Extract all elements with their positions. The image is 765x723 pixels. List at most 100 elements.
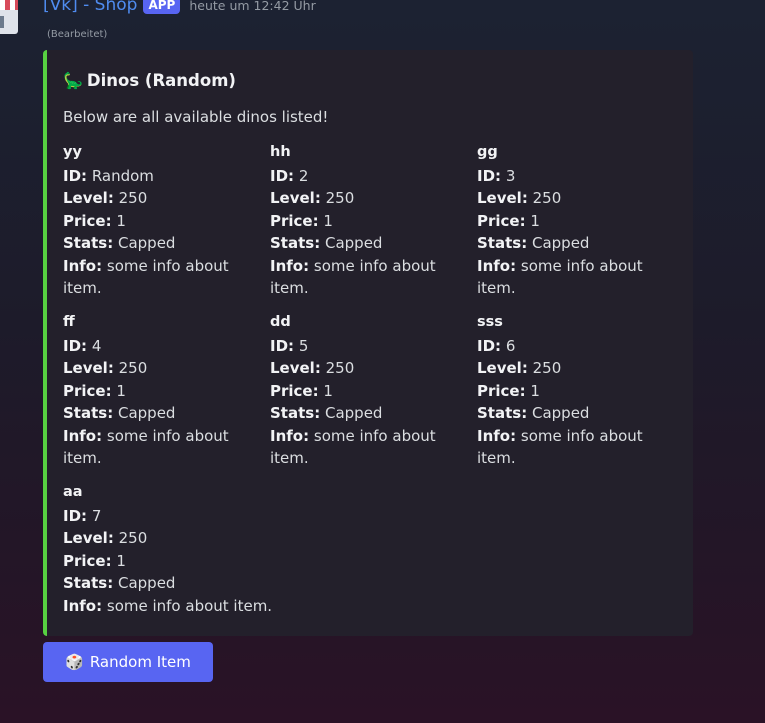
field-label-level: Level: xyxy=(63,359,114,377)
field-line-stats: Stats: Capped xyxy=(477,402,667,425)
embed: 🦕 Dinos (Random) Below are all available… xyxy=(43,50,693,636)
dice-icon: 🎲 xyxy=(65,653,84,671)
field-label-info: Info: xyxy=(270,426,310,445)
field-label-info: Info: xyxy=(477,256,517,275)
field-value-id: 7 xyxy=(91,506,102,525)
field-value-stats: Capped xyxy=(531,234,590,252)
field-value-level: 250 xyxy=(532,359,562,377)
embed-field-name: hh xyxy=(270,144,291,160)
field-value-id: 3 xyxy=(505,166,516,185)
field-line-id: ID: 5 xyxy=(270,335,460,358)
field-label-level: Level: xyxy=(270,359,321,377)
field-value-id: 5 xyxy=(298,336,309,355)
field-label-info: Info: xyxy=(63,596,103,615)
field-value-price: 1 xyxy=(323,381,333,400)
field-line-level: Level: 250 xyxy=(270,187,460,210)
field-label-price: Price: xyxy=(63,381,112,400)
field-label-info: Info: xyxy=(477,426,517,445)
field-label-price: Price: xyxy=(270,381,319,400)
embed-field: aa ID: 7 Level: 250 Price: 1 Stats: Capped In… xyxy=(63,481,323,617)
field-label-stats: Stats: xyxy=(63,404,114,422)
field-line-info: Info: some info about item. xyxy=(477,425,667,470)
field-value-stats: Capped xyxy=(324,404,383,422)
field-label-level: Level: xyxy=(63,529,114,547)
embed-field-name: aa xyxy=(63,484,83,500)
embed-field: dd ID: 5 Level: 250 Price: 1 Stats: Capped In… xyxy=(270,311,460,470)
field-line-price: Price: 1 xyxy=(63,210,253,233)
embed-field-name: yy xyxy=(63,144,82,160)
embed-field-name: sss xyxy=(477,314,503,330)
field-label-info: Info: xyxy=(63,256,103,275)
random-item-button-label: Random Item xyxy=(89,653,191,671)
field-value-level: 250 xyxy=(325,359,355,377)
field-value-stats: Capped xyxy=(531,404,590,422)
field-label-stats: Stats: xyxy=(63,234,114,252)
field-label-price: Price: xyxy=(477,211,526,230)
field-line-stats: Stats: Capped xyxy=(270,402,460,425)
field-label-level: Level: xyxy=(270,189,321,207)
field-value-stats: Capped xyxy=(117,234,176,252)
field-line-id: ID: Random xyxy=(63,165,253,188)
field-label-stats: Stats: xyxy=(63,574,114,592)
embed-field: gg ID: 3 Level: 250 Price: 1 Stats: Capped In… xyxy=(477,141,667,300)
author-name[interactable]: [Vk] - Shop xyxy=(43,0,137,15)
field-line-level: Level: 250 xyxy=(63,357,253,380)
field-line-price: Price: 1 xyxy=(477,380,667,403)
field-line-price: Price: 1 xyxy=(270,380,460,403)
field-label-id: ID: xyxy=(63,166,88,185)
field-line-id: ID: 3 xyxy=(477,165,667,188)
field-line-id: ID: 4 xyxy=(63,335,253,358)
field-line-info: Info: some info about item. xyxy=(63,255,253,300)
field-line-id: ID: 6 xyxy=(477,335,667,358)
field-line-level: Level: 250 xyxy=(477,187,667,210)
field-label-id: ID: xyxy=(477,336,502,355)
field-value-level: 250 xyxy=(118,359,148,377)
embed-field: sss ID: 6 Level: 250 Price: 1 Stats: Capped I… xyxy=(477,311,667,470)
field-label-info: Info: xyxy=(63,426,103,445)
embed-title: 🦕 Dinos (Random) xyxy=(63,71,236,90)
field-line-info: Info: some info about item. xyxy=(270,425,460,470)
random-item-button[interactable]: 🎲 Random Item xyxy=(43,642,213,682)
bot-avatar[interactable] xyxy=(0,0,22,36)
field-value-id: 2 xyxy=(298,166,309,185)
field-value-id: Random xyxy=(91,166,154,185)
field-line-info: Info: some info about item. xyxy=(270,255,460,300)
field-line-level: Level: 250 xyxy=(63,187,253,210)
field-value-info: some info about item. xyxy=(106,596,273,615)
field-value-stats: Capped xyxy=(324,234,383,252)
field-label-price: Price: xyxy=(270,211,319,230)
field-value-id: 4 xyxy=(91,336,102,355)
field-label-id: ID: xyxy=(477,166,502,185)
embed-field: ff ID: 4 Level: 250 Price: 1 Stats: Capped In… xyxy=(63,311,253,470)
field-value-price: 1 xyxy=(116,551,126,570)
embed-field-name: gg xyxy=(477,144,498,160)
field-line-stats: Stats: Capped xyxy=(270,232,460,255)
field-value-level: 250 xyxy=(118,529,148,547)
field-value-price: 1 xyxy=(116,211,126,230)
edited-label: (Bearbeitet) xyxy=(47,29,108,40)
field-value-level: 250 xyxy=(118,189,148,207)
field-value-price: 1 xyxy=(530,381,540,400)
field-value-stats: Capped xyxy=(117,574,176,592)
field-label-price: Price: xyxy=(63,211,112,230)
field-label-id: ID: xyxy=(270,336,295,355)
message-header: [Vk] - Shop APP heute um 12:42 Uhr xyxy=(43,0,316,16)
embed-field-name: dd xyxy=(270,314,291,330)
field-line-level: Level: 250 xyxy=(477,357,667,380)
timestamp[interactable]: heute um 12:42 Uhr xyxy=(189,0,315,13)
field-line-stats: Stats: Capped xyxy=(477,232,667,255)
field-label-stats: Stats: xyxy=(477,404,528,422)
field-line-id: ID: 7 xyxy=(63,505,323,528)
field-line-info: Info: some info about item. xyxy=(477,255,667,300)
field-label-id: ID: xyxy=(63,336,88,355)
embed-field-name: ff xyxy=(63,314,75,330)
field-line-price: Price: 1 xyxy=(270,210,460,233)
field-label-id: ID: xyxy=(63,506,88,525)
field-value-level: 250 xyxy=(532,189,562,207)
field-label-info: Info: xyxy=(270,256,310,275)
field-label-stats: Stats: xyxy=(477,234,528,252)
field-line-price: Price: 1 xyxy=(63,550,323,573)
field-label-level: Level: xyxy=(477,359,528,377)
dino-icon: 🦕 xyxy=(63,71,83,90)
field-value-stats: Capped xyxy=(117,404,176,422)
